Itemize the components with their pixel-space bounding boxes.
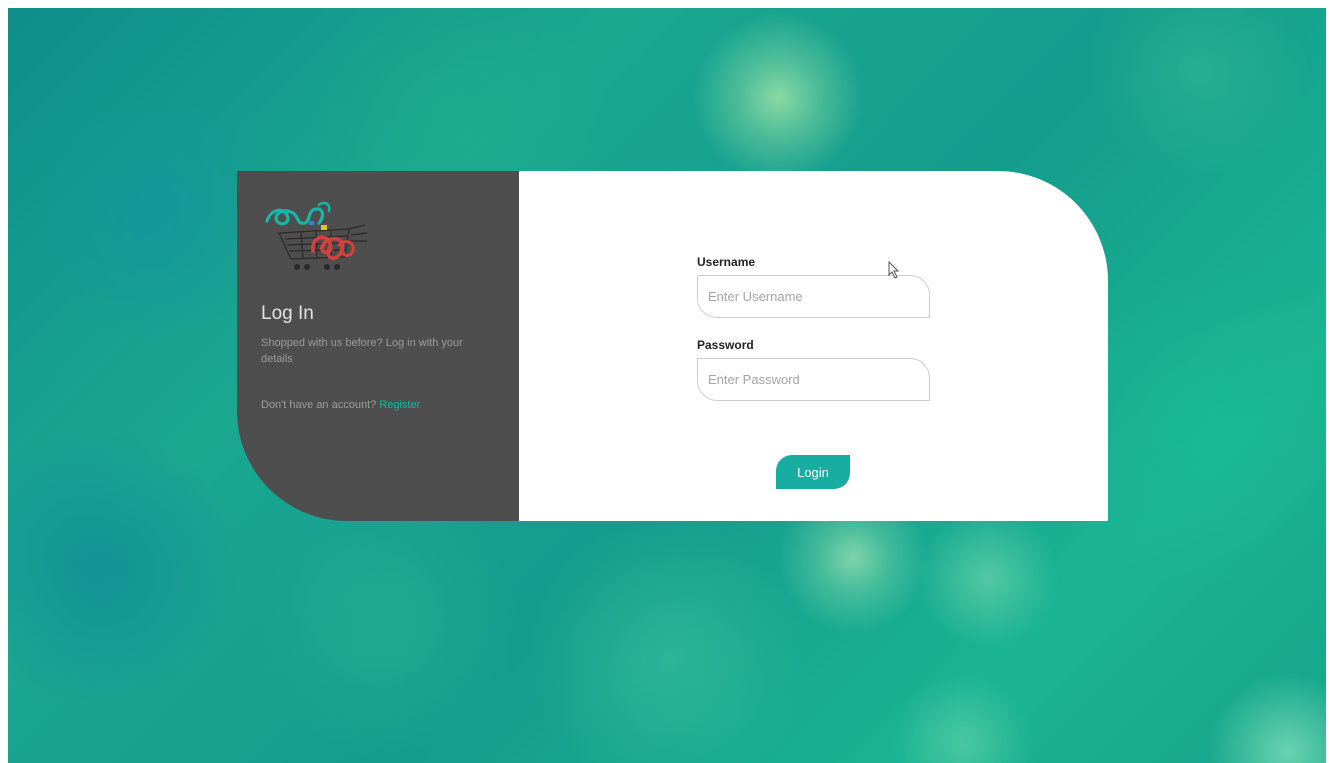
login-title: Log In (261, 303, 314, 324)
password-label: Password (697, 338, 754, 352)
username-input[interactable] (697, 275, 930, 318)
username-label: Username (697, 255, 756, 269)
shopping-cart-logo-icon (265, 201, 368, 270)
page-background: Log In Shopped with us before? Log in wi… (8, 8, 1326, 763)
register-link[interactable]: Register (379, 399, 420, 411)
login-subtitle: Shopped with us before? Log in with your… (261, 337, 463, 365)
register-prompt: Don't have an account? Register (261, 399, 499, 411)
password-input[interactable] (697, 358, 930, 401)
login-info-panel: Log In Shopped with us before? Log in wi… (237, 171, 519, 521)
login-form-panel: Username Password Login (519, 171, 1108, 521)
mouse-cursor-icon (888, 261, 900, 279)
no-account-text: Don't have an account? (261, 399, 377, 411)
login-form: Username Password (697, 255, 937, 401)
login-card: Log In Shopped with us before? Log in wi… (237, 171, 1108, 521)
login-button[interactable]: Login (776, 455, 850, 489)
